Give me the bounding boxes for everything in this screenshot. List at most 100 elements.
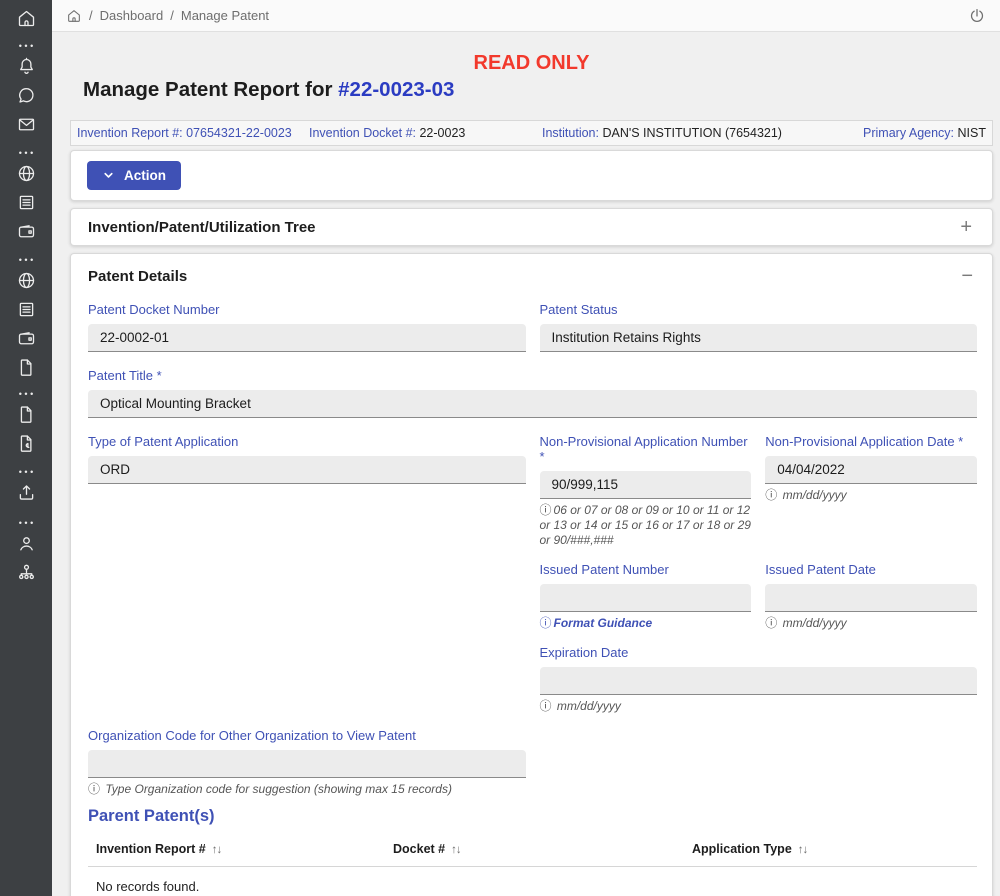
sidebar-item-report-2[interactable] [0,299,52,320]
patent-details-panel: Patent Details − Patent Docket Number 22… [70,253,993,896]
breadcrumb-manage-patent: Manage Patent [181,8,269,23]
issued-patent-date-group: Issued Patent Date ⓘ mm/dd/yyyy [765,562,977,631]
user-icon [16,533,37,554]
parent-patents-table-header: Invention Report # ↑↓ Docket #↑↓ Applicat… [88,838,977,866]
sort-icon[interactable]: ↑↓ [212,844,222,856]
patent-status-input[interactable]: Institution Retains Rights [540,324,978,352]
chat-icon [16,85,37,106]
sidebar-menu-dots-4[interactable]: ••• [0,390,52,398]
spacer [88,645,526,714]
sort-icon[interactable]: ↑↓ [451,844,461,856]
patent-title-label: Patent Title * [88,368,977,383]
sidebar-item-chat[interactable] [0,85,52,106]
invention-report-value[interactable]: 07654321-22-0023 [186,126,292,140]
envelope-icon [16,114,37,135]
institution-label: Institution: [542,126,602,140]
type-of-patent-application-label: Type of Patent Application [88,434,526,449]
sidebar-item-notifications[interactable] [0,56,52,77]
patent-status-label: Patent Status [540,302,978,317]
sidebar-item-home[interactable] [0,8,52,29]
column-header-docket[interactable]: Docket #↑↓ [393,842,692,856]
tree-panel[interactable]: Invention/Patent/Utilization Tree + [70,208,993,246]
sidebar-item-org-chart[interactable] [0,562,52,583]
ellipsis-icon: ••• [16,468,35,476]
globe-icon [16,163,37,184]
info-icon: ⓘ [765,616,777,630]
patent-details-header[interactable]: Patent Details − [88,267,977,285]
info-icon: ⓘ [765,488,777,502]
wallet-icon [16,221,37,242]
sidebar-item-wallet-1[interactable] [0,221,52,242]
sidebar-menu-dots-6[interactable]: ••• [0,519,52,527]
parent-patents-heading: Parent Patent(s) [88,807,977,826]
sidebar-item-file-pdf[interactable] [0,433,52,454]
sidebar-item-globe-1[interactable] [0,163,52,184]
organization-code-label: Organization Code for Other Organization… [88,728,526,743]
info-primary-agency: Primary Agency: NIST [847,126,986,140]
column-header-invention-report-label: Invention Report # [96,842,206,856]
info-icon: ⓘ [540,699,552,713]
sidebar-item-report-1[interactable] [0,192,52,213]
top-bar: / Dashboard / Manage Patent [52,0,1000,32]
action-button[interactable]: Action [87,161,181,190]
format-guidance-hint: ⓘFormat Guidance [540,616,752,631]
expiration-date-group: Expiration Date ⓘ mm/dd/yyyy [540,645,978,714]
sidebar-item-wallet-2[interactable] [0,328,52,349]
patent-title-value: Optical Mounting Bracket [100,396,251,411]
main-content: READ ONLY Manage Patent Report for #22-0… [52,32,1000,896]
organization-code-hint: ⓘ Type Organization code for suggestion … [88,782,526,797]
upload-icon [16,482,37,503]
non-provisional-application-date-input[interactable]: 04/04/2022 [765,456,977,484]
file-pdf-icon [16,433,37,454]
non-provisional-application-date-label: Non-Provisional Application Date * [765,434,977,449]
expiration-date-input[interactable] [540,667,978,695]
invention-docket-label: Invention Docket #: [309,126,419,140]
invention-docket-value: 22-0023 [419,126,465,140]
info-icon: ⓘ [540,503,552,517]
non-provisional-application-number-input[interactable]: 90/999,115 [540,471,752,499]
application-date-hint: ⓘ mm/dd/yyyy [765,488,977,503]
expiration-date-hint-text: mm/dd/yyyy [557,699,621,713]
column-header-application-type[interactable]: Application Type↑↓ [692,842,969,856]
non-provisional-application-number-group: Non-Provisional Application Number * 90/… [540,434,752,548]
non-provisional-application-date-value: 04/04/2022 [777,462,845,477]
issued-patent-date-input[interactable] [765,584,977,612]
sidebar-menu-dots-1[interactable]: ••• [0,42,52,50]
sidebar-item-file-2[interactable] [0,404,52,425]
breadcrumb-dashboard[interactable]: Dashboard [100,8,164,23]
issued-patent-number-label: Issued Patent Number [540,562,752,577]
ellipsis-icon: ••• [16,519,35,527]
sidebar-item-globe-2[interactable] [0,270,52,291]
wallet-icon [16,328,37,349]
application-number-hint: ⓘ06 or 07 or 08 or 09 or 10 or 11 or 12 … [540,503,752,548]
page-title-report-number: #22-0023-03 [338,78,454,101]
info-bar: Invention Report #: 07654321-22-0023 Inv… [70,120,993,146]
type-of-patent-application-group: Type of Patent Application ORD [88,434,526,548]
column-header-invention-report[interactable]: Invention Report # ↑↓ [96,842,393,856]
patent-docket-number-label: Patent Docket Number [88,302,526,317]
patent-docket-number-input[interactable]: 22-0002-01 [88,324,526,352]
breadcrumb-separator: / [170,8,174,23]
sort-icon[interactable]: ↑↓ [798,844,808,856]
collapse-icon[interactable]: − [957,267,977,285]
logout-button[interactable] [968,7,986,25]
info-invention-docket: Invention Docket #: 22-0023 [309,126,542,140]
sidebar-menu-dots-5[interactable]: ••• [0,468,52,476]
issued-patent-date-label: Issued Patent Date [765,562,977,577]
organization-code-input[interactable] [88,750,526,778]
sidebar-item-user[interactable] [0,533,52,554]
sidebar-item-mail[interactable] [0,114,52,135]
patent-title-input[interactable]: Optical Mounting Bracket [88,390,977,418]
sidebar-item-upload[interactable] [0,482,52,503]
issued-patent-number-input[interactable] [540,584,752,612]
patent-status-group: Patent Status Institution Retains Rights [540,302,978,352]
action-panel: Action [70,150,993,201]
format-guidance-link[interactable]: Format Guidance [554,616,653,630]
sidebar-item-file-1[interactable] [0,357,52,378]
sidebar-menu-dots-3[interactable]: ••• [0,256,52,264]
type-of-patent-application-input[interactable]: ORD [88,456,526,484]
sidebar-menu-dots-2[interactable]: ••• [0,149,52,157]
organization-code-hint-text: Type Organization code for suggestion (s… [105,782,452,796]
org-chart-icon [16,562,37,583]
expand-icon[interactable]: + [956,218,976,236]
